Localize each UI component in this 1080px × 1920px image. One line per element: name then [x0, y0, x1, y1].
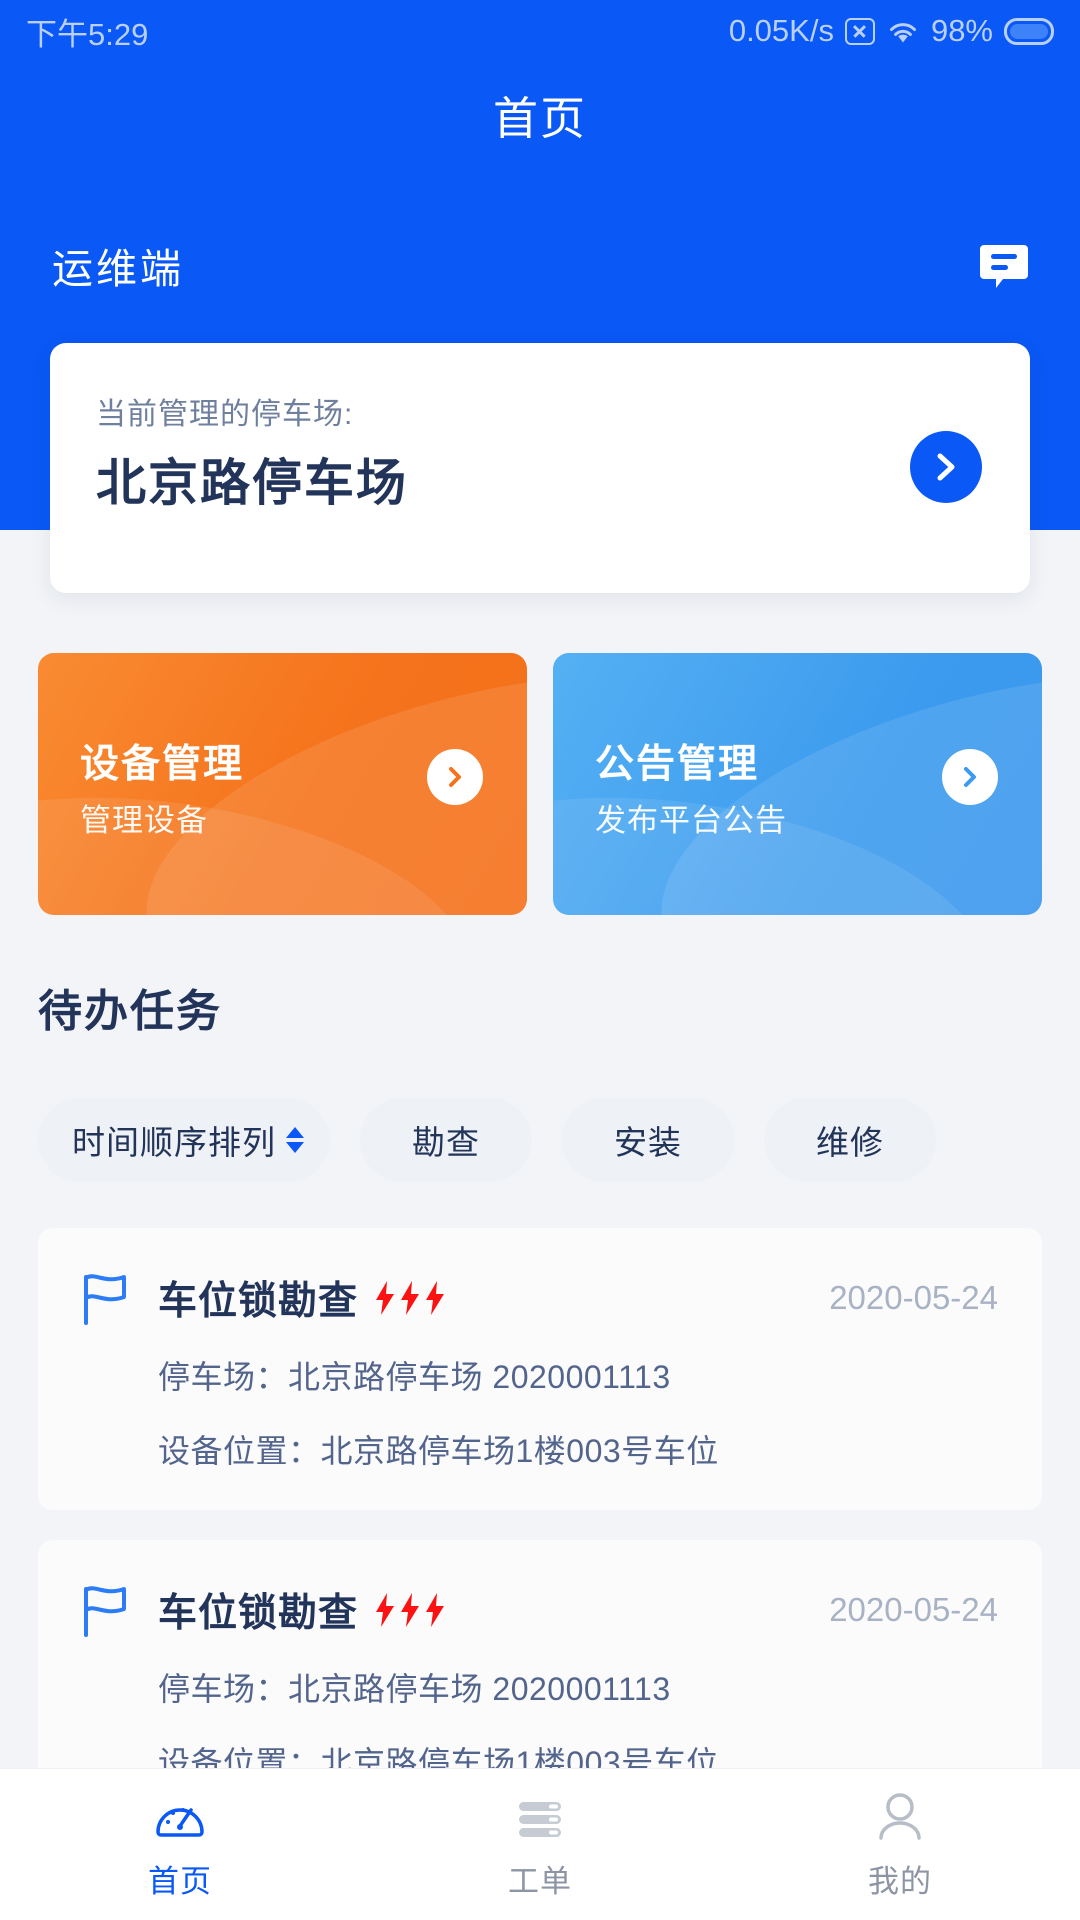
task-location-line: 设备位置：北京路停车场1楼003号车位	[158, 1433, 719, 1469]
task-name: 车位锁勘查	[158, 1280, 359, 1323]
feature-subtitle: 管理设备	[80, 803, 208, 838]
priority-bolts	[374, 1281, 446, 1315]
tab-home[interactable]: 首页	[0, 1769, 360, 1920]
status-bar: 下午5:29 0.05K/s 98%	[0, 0, 1080, 62]
chevron-right-icon	[937, 453, 955, 481]
task-card[interactable]: 车位锁勘查 2020-05-24 停车场：北京路停车场 2020001113 设…	[38, 1228, 1042, 1510]
todo-filter-chips: 时间顺序排列 勘查 安装 维修	[38, 1098, 1042, 1182]
filter-chip-sort[interactable]: 时间顺序排列	[38, 1098, 330, 1182]
app-root: 下午5:29 0.05K/s 98% 首页 运维端 当前管理的停车场: 北京路停…	[0, 0, 1080, 1920]
tab-label: 工单	[508, 1864, 572, 1899]
filter-chip-label: 时间顺序排列	[72, 1124, 276, 1161]
feature-cards: 设备管理 管理设备 公告管理 发布平台公告	[38, 653, 1042, 915]
network-speed: 0.05K/s	[728, 13, 834, 48]
feature-card-device-management[interactable]: 设备管理 管理设备	[38, 653, 527, 915]
battery-percent: 98%	[930, 13, 993, 48]
status-time: 下午5:29	[26, 16, 149, 52]
chevron-right-icon	[449, 767, 461, 787]
lightning-bolt-icon	[426, 1593, 445, 1627]
bottom-tab-bar: 首页 工单 我的	[0, 1768, 1080, 1920]
task-date: 2020-05-24	[829, 1279, 998, 1316]
current-parking-lot-card[interactable]: 当前管理的停车场: 北京路停车场	[50, 343, 1030, 593]
lightning-bolt-icon	[426, 1281, 445, 1315]
person-icon	[879, 1793, 921, 1840]
battery-icon	[1004, 17, 1054, 45]
filter-chip-label: 维修	[816, 1124, 884, 1161]
filter-chip-survey[interactable]: 勘查	[360, 1098, 532, 1182]
chevron-right-icon	[964, 767, 976, 787]
chat-bubble-icon[interactable]	[978, 239, 1030, 291]
flag-icon	[84, 1274, 126, 1325]
feature-card-announcement-management[interactable]: 公告管理 发布平台公告	[553, 653, 1042, 915]
tab-label: 首页	[148, 1864, 212, 1899]
page-title: 首页	[492, 93, 587, 144]
feature-subtitle: 发布平台公告	[595, 803, 787, 838]
no-sim-x-icon	[844, 17, 875, 45]
status-indicators: 0.05K/s 98%	[729, 13, 1054, 49]
feature-arrow-button[interactable]	[427, 749, 483, 805]
filter-chip-repair[interactable]: 维修	[764, 1098, 936, 1182]
priority-bolts	[374, 1593, 446, 1627]
flag-icon	[84, 1586, 126, 1637]
lightning-bolt-icon	[401, 1281, 420, 1315]
tab-profile[interactable]: 我的	[720, 1769, 1080, 1920]
task-lot-line: 停车场：北京路停车场 2020001113	[158, 1671, 671, 1707]
feature-arrow-button[interactable]	[942, 749, 998, 805]
todo-task-list[interactable]: 车位锁勘查 2020-05-24 停车场：北京路停车场 2020001113 设…	[38, 1228, 1042, 1820]
tab-work-orders[interactable]: 工单	[360, 1769, 720, 1920]
filter-chip-label: 勘查	[412, 1124, 480, 1161]
lot-detail-button[interactable]	[910, 431, 982, 503]
task-header: 车位锁勘查 2020-05-24	[82, 1584, 998, 1637]
feature-title: 设备管理	[80, 743, 245, 786]
lightning-bolt-icon	[376, 1281, 395, 1315]
task-name: 车位锁勘查	[158, 1592, 359, 1635]
lightning-bolt-icon	[401, 1593, 420, 1627]
lot-label: 当前管理的停车场:	[96, 398, 354, 431]
sort-arrows-icon	[286, 1127, 304, 1153]
lightning-bolt-icon	[376, 1593, 395, 1627]
task-date: 2020-05-24	[829, 1591, 998, 1628]
brand-row: 运维端	[0, 230, 1080, 300]
speedometer-icon	[156, 1808, 204, 1837]
filter-chip-label: 安装	[614, 1124, 682, 1161]
lot-name: 北京路停车场	[96, 455, 408, 511]
list-icon	[519, 1802, 561, 1837]
brand-label: 运维端	[52, 246, 184, 292]
feature-title: 公告管理	[595, 743, 760, 786]
task-lot-line: 停车场：北京路停车场 2020001113	[158, 1359, 671, 1395]
filter-chip-install[interactable]: 安装	[562, 1098, 734, 1182]
tab-label: 我的	[868, 1864, 932, 1899]
task-header: 车位锁勘查 2020-05-24	[82, 1272, 998, 1325]
wifi-icon	[886, 18, 920, 45]
todo-section-title: 待办任务	[38, 987, 222, 1036]
